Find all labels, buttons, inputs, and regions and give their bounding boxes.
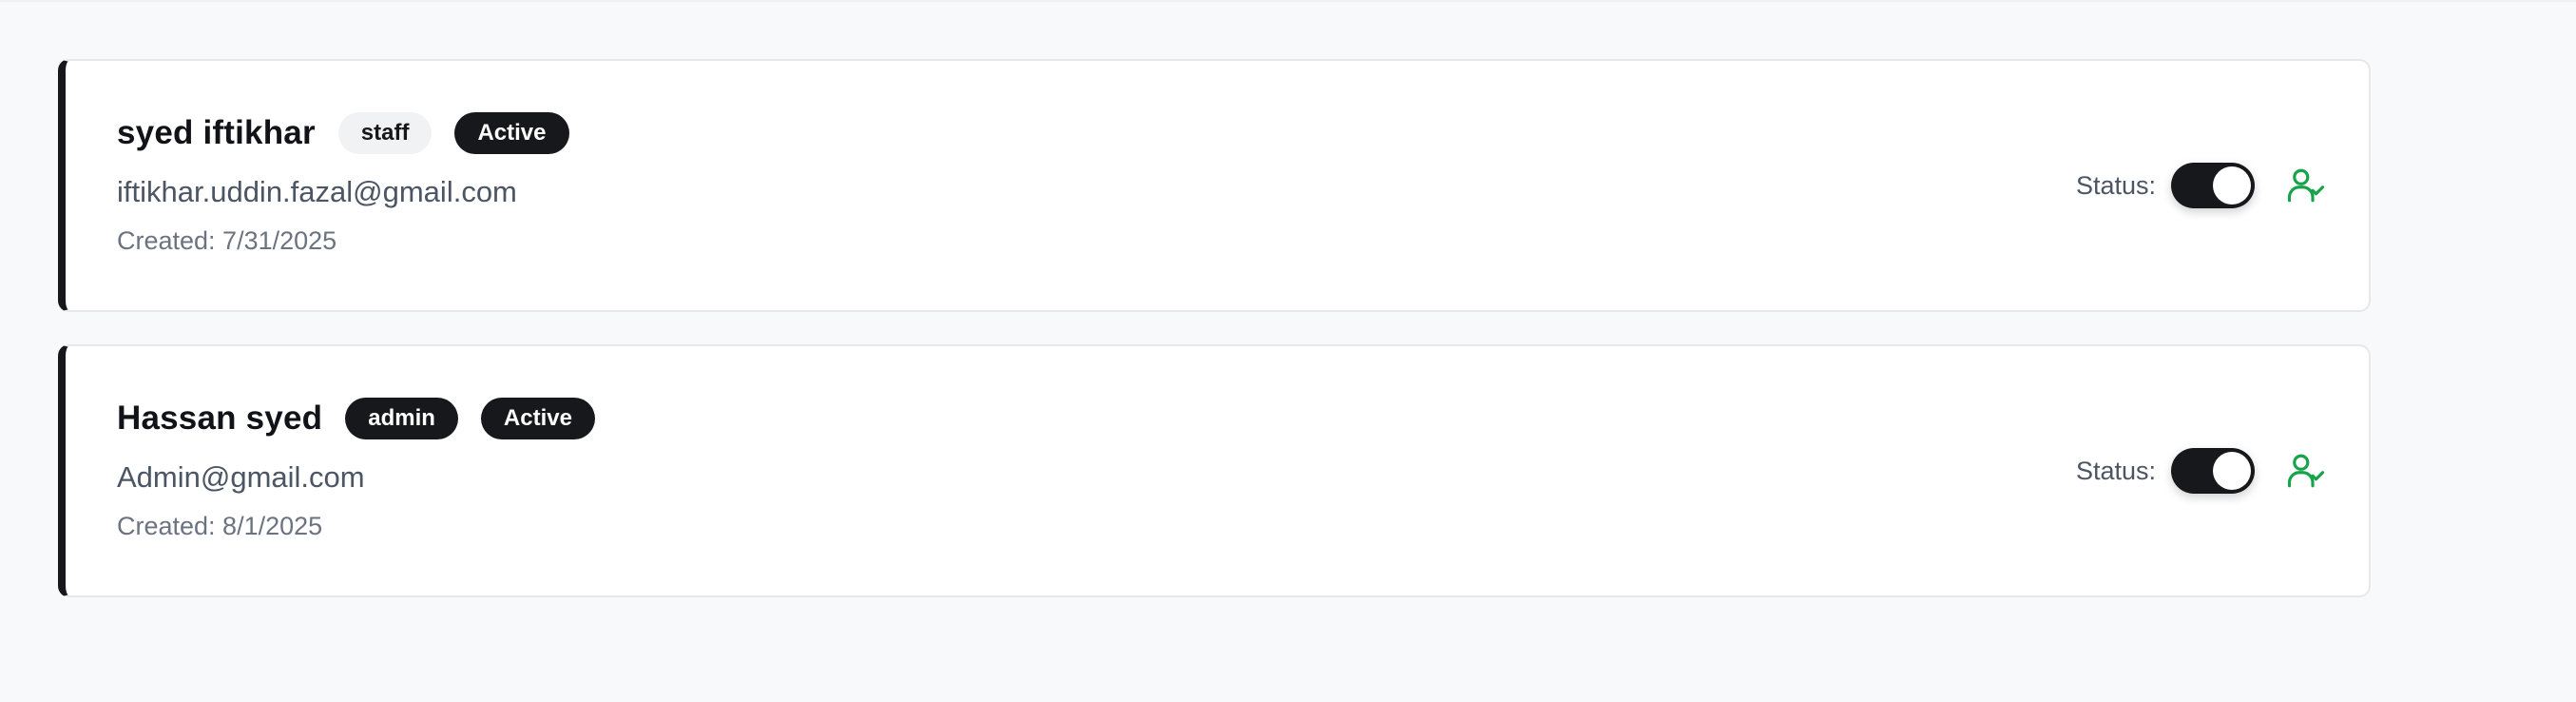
status-badge: Active [454,112,569,154]
top-divider [0,0,2576,2]
user-name: Hassan syed [117,400,323,437]
status-label: Status: [2075,456,2156,485]
user-actions: Status: [2076,346,2327,595]
user-list: syed iftikhar staff Active iftikhar.uddi… [58,59,2371,630]
user-created-date: Created: 7/31/2025 [117,226,337,255]
user-name-row: Hassan syed admin Active [117,396,618,441]
user-check-button[interactable] [2285,450,2327,492]
user-email: Admin@gmail.com [117,460,365,494]
user-info: syed iftikhar staff Active iftikhar.uddi… [117,110,592,256]
user-name-row: syed iftikhar staff Active [117,110,592,156]
status-toggle[interactable] [2171,448,2255,494]
user-check-icon [2287,168,2325,203]
user-check-icon [2287,454,2325,488]
role-badge: staff [337,112,433,154]
toggle-knob [2213,452,2251,490]
user-actions: Status: [2076,61,2327,310]
toggle-knob [2213,166,2251,205]
status-label: Status: [2075,170,2156,200]
user-card: syed iftikhar staff Active iftikhar.uddi… [58,59,2371,312]
status-badge: Active [480,398,595,439]
status-toggle[interactable] [2171,163,2255,208]
user-check-button[interactable] [2285,165,2327,206]
role-badge: admin [345,398,458,439]
user-email: iftikhar.uddin.fazal@gmail.com [117,175,517,208]
user-info: Hassan syed admin Active Admin@gmail.com… [117,396,618,541]
user-created-date: Created: 8/1/2025 [117,512,323,540]
user-card: Hassan syed admin Active Admin@gmail.com… [58,344,2371,597]
user-name: syed iftikhar [117,114,316,151]
